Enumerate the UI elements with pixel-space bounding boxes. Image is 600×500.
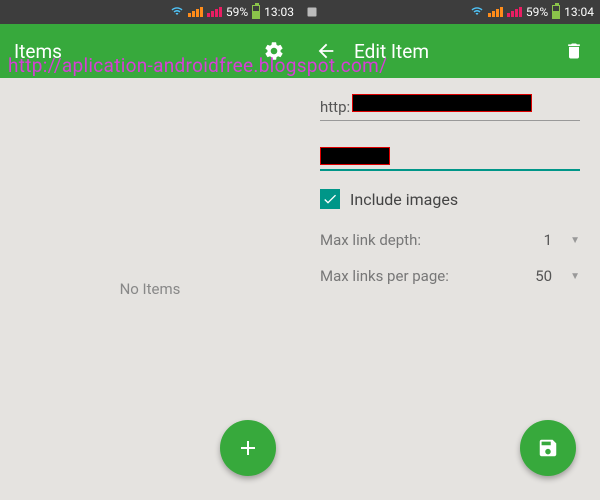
max-link-depth-select[interactable]: Max link depth: 1 ▼ bbox=[320, 231, 580, 249]
name-field[interactable] bbox=[320, 143, 580, 171]
trash-icon bbox=[564, 41, 584, 61]
max-links-label: Max links per page: bbox=[320, 267, 535, 285]
redacted-name bbox=[320, 147, 390, 165]
include-images-checkbox[interactable]: Include images bbox=[320, 189, 580, 209]
plus-icon bbox=[236, 436, 260, 460]
include-images-label: Include images bbox=[350, 190, 458, 209]
redacted-url bbox=[352, 94, 532, 112]
signal-icon-2 bbox=[207, 7, 222, 17]
signal-icon-1 bbox=[488, 7, 503, 17]
battery-icon bbox=[252, 5, 260, 19]
save-icon bbox=[537, 437, 559, 459]
app-icon bbox=[306, 6, 318, 18]
url-prefix-label: http: bbox=[320, 98, 350, 116]
signal-icon-1 bbox=[188, 7, 203, 17]
chevron-down-icon: ▼ bbox=[570, 271, 580, 282]
max-links-per-page-select[interactable]: Max links per page: 50 ▼ bbox=[320, 267, 580, 285]
wifi-icon bbox=[470, 5, 484, 20]
empty-state-text: No Items bbox=[120, 280, 181, 298]
url-field[interactable]: http: bbox=[320, 94, 580, 121]
delete-button[interactable] bbox=[562, 39, 586, 63]
content-area: No Items bbox=[0, 78, 300, 500]
battery-percent: 59% bbox=[526, 5, 548, 19]
status-bar: 59% 13:04 bbox=[300, 0, 600, 24]
chevron-down-icon: ▼ bbox=[570, 235, 580, 246]
form-area: http: Include images Max link depth: 1 ▼… bbox=[300, 78, 600, 500]
max-depth-value: 1 bbox=[544, 231, 552, 249]
add-item-fab[interactable] bbox=[220, 420, 276, 476]
battery-percent: 59% bbox=[226, 5, 248, 19]
status-bar: 59% 13:03 bbox=[0, 0, 300, 24]
clock: 13:04 bbox=[564, 5, 594, 19]
max-links-value: 50 bbox=[535, 267, 552, 285]
max-depth-label: Max link depth: bbox=[320, 231, 544, 249]
battery-icon bbox=[552, 5, 560, 19]
wifi-icon bbox=[170, 5, 184, 20]
clock: 13:03 bbox=[264, 5, 294, 19]
save-fab[interactable] bbox=[520, 420, 576, 476]
signal-icon-2 bbox=[507, 7, 522, 17]
checkbox-checked-icon bbox=[320, 189, 340, 209]
watermark-text: http://aplication-androidfree.blogspot.c… bbox=[8, 54, 387, 77]
